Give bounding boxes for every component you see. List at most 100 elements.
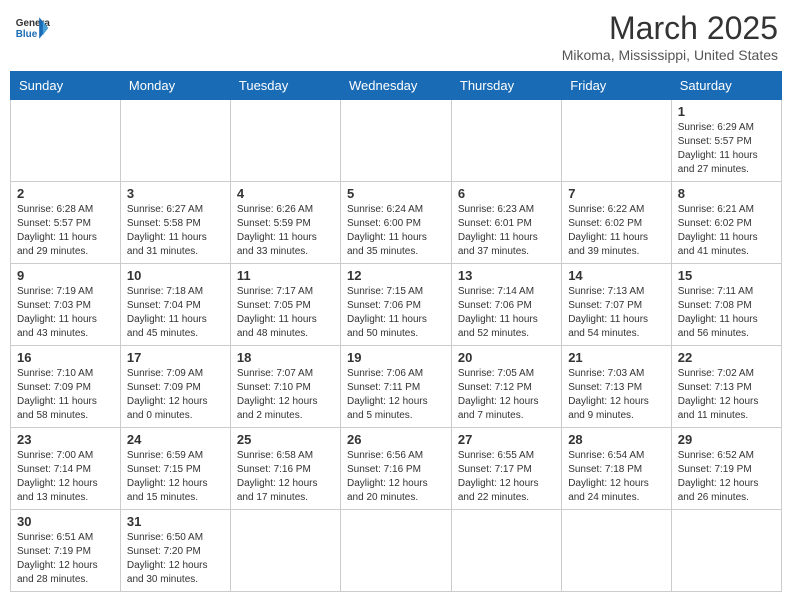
day-number: 29 (678, 432, 775, 447)
day-number: 13 (458, 268, 555, 283)
weekday-header-friday: Friday (562, 72, 672, 100)
calendar-cell: 4 Sunrise: 6:26 AM Sunset: 5:59 PM Daylig… (230, 182, 340, 264)
calendar-cell: 23 Sunrise: 7:00 AM Sunset: 7:14 PM Dayli… (11, 428, 121, 510)
calendar-cell: 27 Sunrise: 6:55 AM Sunset: 7:17 PM Dayli… (451, 428, 561, 510)
calendar-cell (340, 100, 451, 182)
day-number: 18 (237, 350, 334, 365)
title-block: March 2025 Mikoma, Mississippi, United S… (562, 10, 778, 63)
calendar-cell (230, 510, 340, 592)
day-number: 26 (347, 432, 445, 447)
logo-icon: General Blue (14, 10, 50, 46)
day-number: 22 (678, 350, 775, 365)
day-number: 25 (237, 432, 334, 447)
day-number: 14 (568, 268, 665, 283)
day-number: 9 (17, 268, 114, 283)
calendar-cell: 31 Sunrise: 6:50 AM Sunset: 7:20 PM Dayli… (120, 510, 230, 592)
day-number: 27 (458, 432, 555, 447)
calendar-week-6: 30Sunrise: 6:51 AM Sunset: 7:19 PM Dayli… (11, 510, 782, 592)
day-info: Sunrise: 7:00 AM Sunset: 7:14 PM Dayligh… (17, 449, 114, 505)
calendar-cell: 22Sunrise: 7:02 AM Sunset: 7:13 PM Dayli… (671, 346, 781, 428)
day-info: Sunrise: 6:26 AM Sunset: 5:59 PM Dayligh… (237, 203, 334, 259)
day-number: 23 (17, 432, 114, 447)
day-info: Sunrise: 6:55 AM Sunset: 7:17 PM Dayligh… (458, 449, 555, 505)
weekday-header-saturday: Saturday (671, 72, 781, 100)
calendar-cell (230, 100, 340, 182)
day-number: 8 (678, 186, 775, 201)
day-info: Sunrise: 6:27 AM Sunset: 5:58 PM Dayligh… (127, 203, 224, 259)
day-info: Sunrise: 6:50 AM Sunset: 7:20 PM Dayligh… (127, 531, 224, 587)
day-info: Sunrise: 7:07 AM Sunset: 7:10 PM Dayligh… (237, 367, 334, 423)
day-number: 11 (237, 268, 334, 283)
calendar-week-5: 23 Sunrise: 7:00 AM Sunset: 7:14 PM Dayli… (11, 428, 782, 510)
day-info: Sunrise: 6:52 AM Sunset: 7:19 PM Dayligh… (678, 449, 775, 505)
calendar-cell (451, 100, 561, 182)
day-number: 31 (127, 514, 224, 529)
day-info: Sunrise: 6:21 AM Sunset: 6:02 PM Dayligh… (678, 203, 775, 259)
day-number: 15 (678, 268, 775, 283)
day-info: Sunrise: 7:09 AM Sunset: 7:09 PM Dayligh… (127, 367, 224, 423)
calendar-cell: 26 Sunrise: 6:56 AM Sunset: 7:16 PM Dayli… (340, 428, 451, 510)
day-number: 12 (347, 268, 445, 283)
day-number: 7 (568, 186, 665, 201)
weekday-header-row: SundayMondayTuesdayWednesdayThursdayFrid… (11, 72, 782, 100)
calendar-cell: 19 Sunrise: 7:06 AM Sunset: 7:11 PM Dayli… (340, 346, 451, 428)
day-info: Sunrise: 6:59 AM Sunset: 7:15 PM Dayligh… (127, 449, 224, 505)
day-info: Sunrise: 7:05 AM Sunset: 7:12 PM Dayligh… (458, 367, 555, 423)
calendar-cell: 25 Sunrise: 6:58 AM Sunset: 7:16 PM Dayli… (230, 428, 340, 510)
calendar-cell: 5Sunrise: 6:24 AM Sunset: 6:00 PM Daylig… (340, 182, 451, 264)
calendar-cell (562, 100, 672, 182)
month-title: March 2025 (562, 10, 778, 47)
day-info: Sunrise: 6:56 AM Sunset: 7:16 PM Dayligh… (347, 449, 445, 505)
day-info: Sunrise: 6:29 AM Sunset: 5:57 PM Dayligh… (678, 121, 775, 177)
calendar-cell: 11 Sunrise: 7:17 AM Sunset: 7:05 PM Dayli… (230, 264, 340, 346)
calendar-cell (120, 100, 230, 182)
calendar-cell (671, 510, 781, 592)
calendar-cell: 2Sunrise: 6:28 AM Sunset: 5:57 PM Daylig… (11, 182, 121, 264)
day-info: Sunrise: 7:15 AM Sunset: 7:06 PM Dayligh… (347, 285, 445, 341)
page-header: General Blue March 2025 Mikoma, Mississi… (10, 10, 782, 63)
calendar-cell: 15Sunrise: 7:11 AM Sunset: 7:08 PM Dayli… (671, 264, 781, 346)
calendar-cell: 3Sunrise: 6:27 AM Sunset: 5:58 PM Daylig… (120, 182, 230, 264)
calendar-cell: 14 Sunrise: 7:13 AM Sunset: 7:07 PM Dayli… (562, 264, 672, 346)
day-number: 2 (17, 186, 114, 201)
day-info: Sunrise: 6:54 AM Sunset: 7:18 PM Dayligh… (568, 449, 665, 505)
day-info: Sunrise: 6:58 AM Sunset: 7:16 PM Dayligh… (237, 449, 334, 505)
weekday-header-sunday: Sunday (11, 72, 121, 100)
calendar-cell: 7 Sunrise: 6:22 AM Sunset: 6:02 PM Daylig… (562, 182, 672, 264)
day-number: 17 (127, 350, 224, 365)
calendar-cell: 20 Sunrise: 7:05 AM Sunset: 7:12 PM Dayli… (451, 346, 561, 428)
day-info: Sunrise: 7:19 AM Sunset: 7:03 PM Dayligh… (17, 285, 114, 341)
weekday-header-thursday: Thursday (451, 72, 561, 100)
day-number: 21 (568, 350, 665, 365)
location: Mikoma, Mississippi, United States (562, 47, 778, 63)
calendar-cell: 28Sunrise: 6:54 AM Sunset: 7:18 PM Dayli… (562, 428, 672, 510)
calendar-cell: 12 Sunrise: 7:15 AM Sunset: 7:06 PM Dayli… (340, 264, 451, 346)
day-number: 19 (347, 350, 445, 365)
calendar-cell (11, 100, 121, 182)
day-number: 6 (458, 186, 555, 201)
day-number: 20 (458, 350, 555, 365)
day-info: Sunrise: 7:03 AM Sunset: 7:13 PM Dayligh… (568, 367, 665, 423)
calendar-cell (562, 510, 672, 592)
day-number: 1 (678, 104, 775, 119)
day-number: 30 (17, 514, 114, 529)
calendar-cell: 8 Sunrise: 6:21 AM Sunset: 6:02 PM Daylig… (671, 182, 781, 264)
calendar-cell: 29 Sunrise: 6:52 AM Sunset: 7:19 PM Dayli… (671, 428, 781, 510)
day-info: Sunrise: 7:10 AM Sunset: 7:09 PM Dayligh… (17, 367, 114, 423)
calendar-cell: 17 Sunrise: 7:09 AM Sunset: 7:09 PM Dayli… (120, 346, 230, 428)
calendar-cell (340, 510, 451, 592)
calendar-week-1: 1 Sunrise: 6:29 AM Sunset: 5:57 PM Daylig… (11, 100, 782, 182)
calendar-cell: 6Sunrise: 6:23 AM Sunset: 6:01 PM Daylig… (451, 182, 561, 264)
day-number: 16 (17, 350, 114, 365)
day-info: Sunrise: 6:22 AM Sunset: 6:02 PM Dayligh… (568, 203, 665, 259)
calendar-cell: 13Sunrise: 7:14 AM Sunset: 7:06 PM Dayli… (451, 264, 561, 346)
weekday-header-monday: Monday (120, 72, 230, 100)
day-number: 4 (237, 186, 334, 201)
calendar-week-2: 2Sunrise: 6:28 AM Sunset: 5:57 PM Daylig… (11, 182, 782, 264)
calendar-week-3: 9 Sunrise: 7:19 AM Sunset: 7:03 PM Daylig… (11, 264, 782, 346)
weekday-header-wednesday: Wednesday (340, 72, 451, 100)
day-info: Sunrise: 7:06 AM Sunset: 7:11 PM Dayligh… (347, 367, 445, 423)
day-info: Sunrise: 7:17 AM Sunset: 7:05 PM Dayligh… (237, 285, 334, 341)
day-info: Sunrise: 7:13 AM Sunset: 7:07 PM Dayligh… (568, 285, 665, 341)
weekday-header-tuesday: Tuesday (230, 72, 340, 100)
